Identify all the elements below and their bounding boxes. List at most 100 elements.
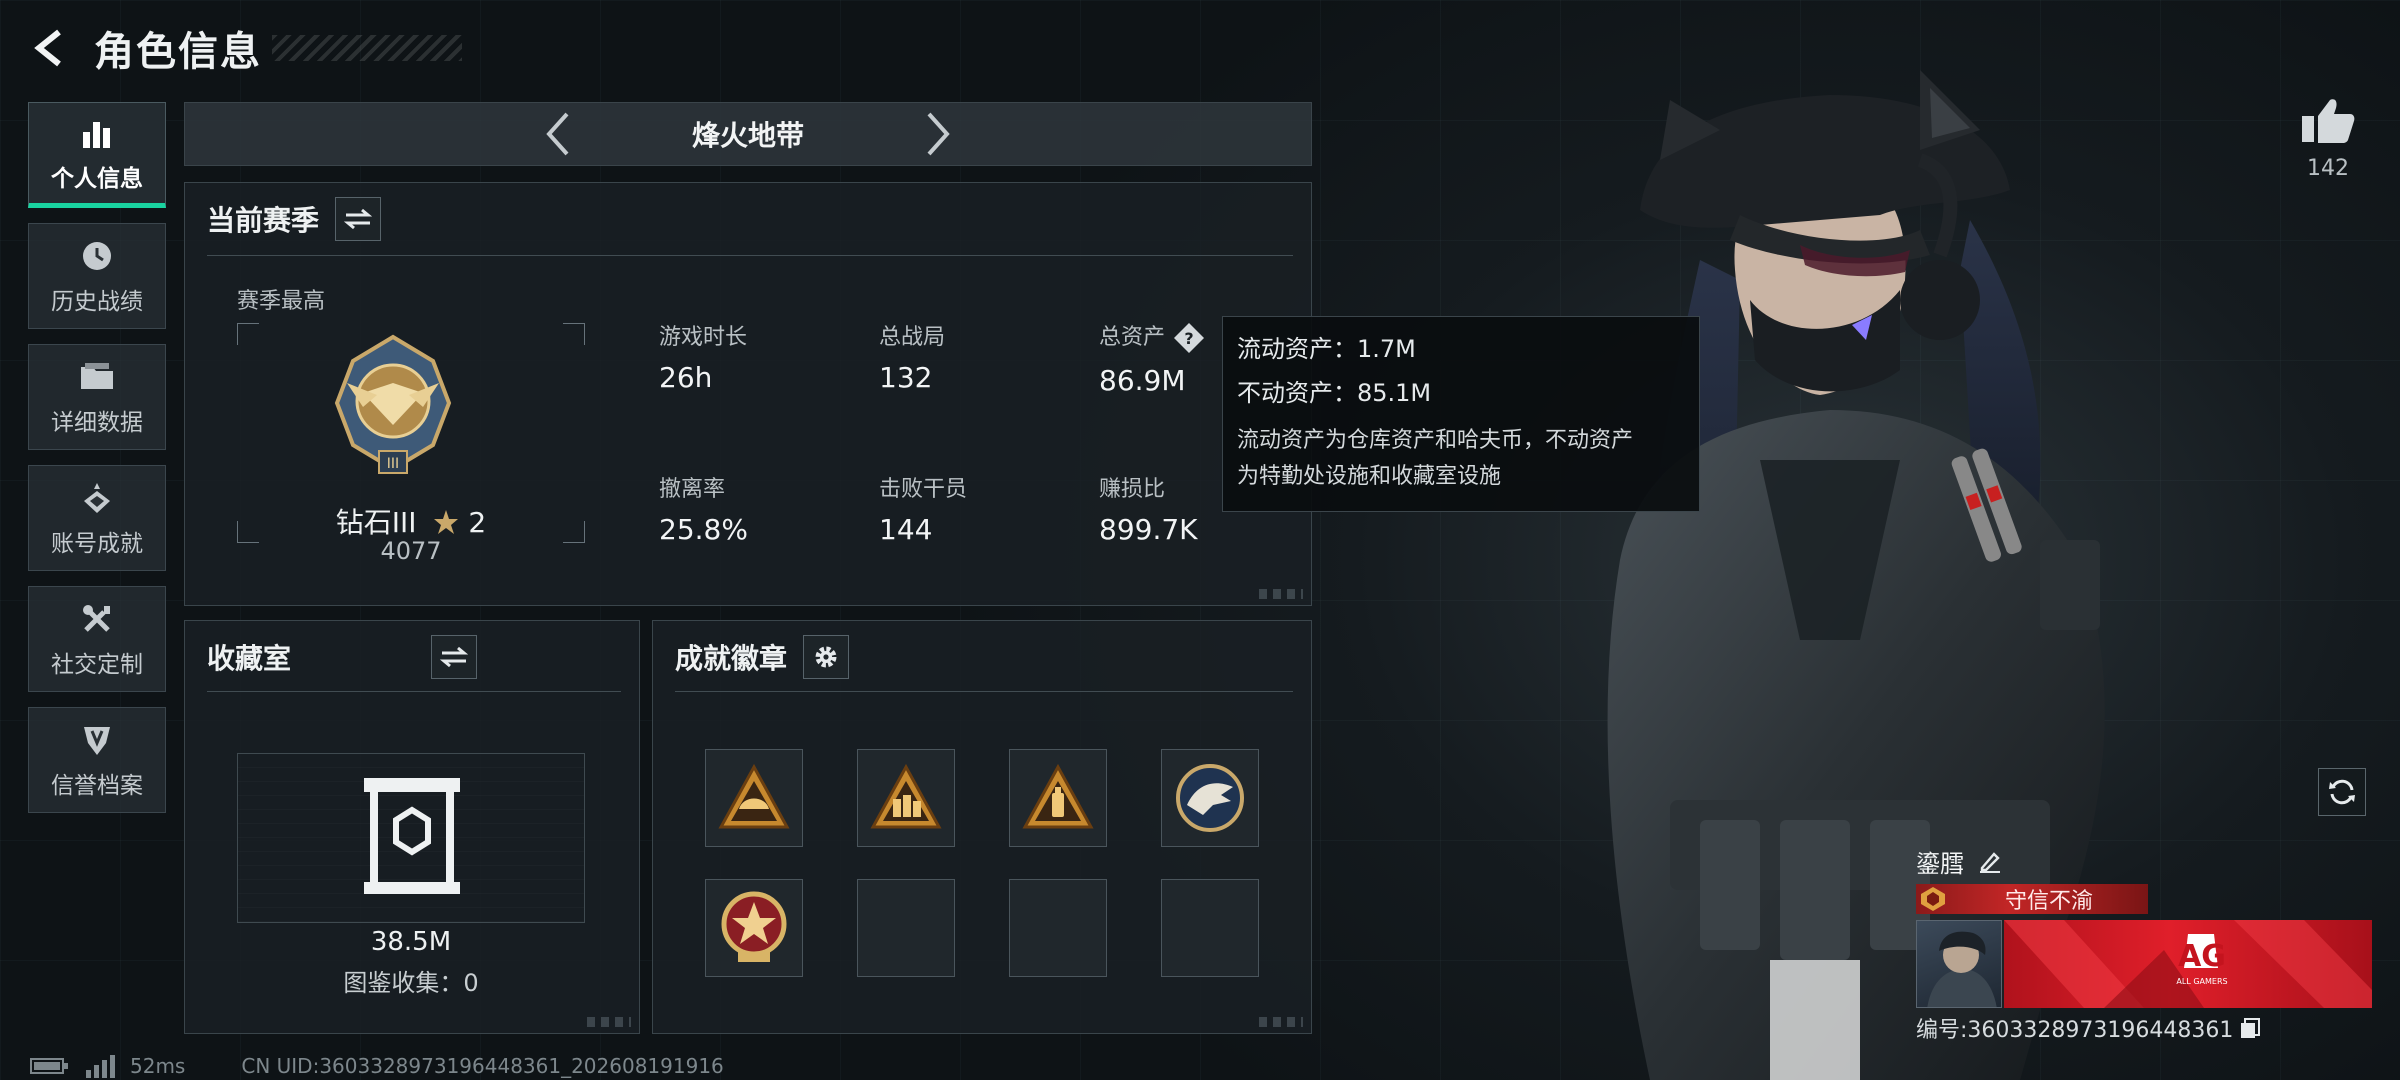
badge-slot-empty[interactable] (1161, 879, 1259, 977)
tools-icon (77, 599, 117, 639)
sidebar-item-reputation[interactable]: 信誉档案 (28, 707, 166, 813)
sidebar-item-label: 详细数据 (51, 410, 143, 436)
cn-uid-text: CN UID:3603328973196448361_202608191916 (241, 1054, 724, 1078)
chevron-left-icon[interactable] (538, 109, 578, 159)
badge-slot[interactable] (705, 879, 803, 977)
svg-text:AG: AG (2178, 939, 2226, 974)
badges-settings-button[interactable] (803, 635, 850, 679)
collection-count: 图鉴收集：0 (343, 969, 479, 997)
player-name: 鎏膤 (1916, 850, 1964, 878)
edit-icon[interactable] (1978, 850, 2002, 874)
rank-stars: 2 (468, 506, 487, 539)
swap-icon (440, 646, 469, 668)
clock-icon (77, 236, 117, 276)
stat-play-time: 游戏时长 26h (659, 325, 748, 394)
avatar-image (1927, 931, 1997, 1007)
sidebar-item-label: 个人信息 (51, 166, 143, 192)
tooltip-liquid-assets: 流动资产：1.7M (1237, 335, 1416, 363)
collection-panel: 收藏室 38.5M 图鉴收集：0 (184, 620, 640, 1034)
tooltip-fixed-assets: 不动资产：85.1M (1237, 379, 1432, 407)
badges-panel: 成就徽章 (652, 620, 1312, 1034)
stat-extract-rate: 撤离率 25.8% (659, 477, 748, 546)
sidebar-item-social-custom[interactable]: 社交定制 (28, 586, 166, 692)
page-title: 角色信息 (94, 29, 262, 75)
sidebar-item-detail-data[interactable]: 详细数据 (28, 344, 166, 450)
reputation-bar[interactable]: 守信不渝 (1916, 884, 2148, 914)
corner-decoration (1259, 589, 1303, 599)
sidebar-item-label: 信誉档案 (51, 773, 143, 799)
sidebar-item-label: 社交定制 (51, 652, 143, 678)
star-medal-badge-icon (721, 891, 787, 962)
battery-icon (30, 1058, 68, 1074)
season-title: 当前赛季 (207, 204, 320, 237)
swap-icon (344, 208, 373, 230)
thumbs-up-icon[interactable] (2300, 96, 2356, 144)
svg-text:ALL GAMERS: ALL GAMERS (2176, 977, 2227, 986)
badge-slot[interactable] (857, 749, 955, 847)
soldiers-badge-icon (870, 763, 942, 829)
collection-preview[interactable] (237, 753, 585, 923)
collection-switch-button[interactable] (431, 635, 478, 679)
sidebar: 个人信息 历史战绩 详细数据 账号成就 社交定制 信誉档案 (28, 102, 166, 828)
collection-value: 38.5M (370, 927, 452, 957)
player-name-line: 鎏膤 (1916, 844, 2002, 879)
help-icon[interactable]: ? (1173, 322, 1205, 354)
badge-slot[interactable] (1009, 749, 1107, 847)
rank-badge-icon: III (334, 334, 452, 474)
bar-chart-icon (77, 113, 117, 153)
badge-slot[interactable] (1161, 749, 1259, 847)
reputation-emblem-icon (1916, 884, 1950, 914)
back-arrow-icon[interactable] (28, 25, 74, 71)
top-bar: 角色信息 (28, 18, 462, 78)
stat-profit-ratio: 赚损比 899.7K (1099, 477, 1198, 546)
collection-title: 收藏室 (207, 642, 292, 675)
badge-slot-empty[interactable] (1009, 879, 1107, 977)
mode-selector: 烽火地带 (184, 102, 1312, 166)
copy-icon[interactable] (2239, 1017, 2261, 1039)
tooltip-description: 流动资产为仓库资产和哈夫币，不动资产 为特勤处设施和收藏室设施 (1237, 428, 1634, 489)
corner-decoration (587, 1017, 631, 1027)
svg-text:?: ? (1184, 329, 1193, 348)
status-bar: 52ms CN UID:3603328973196448361_20260819… (30, 1054, 724, 1078)
season-switch-button[interactable] (335, 197, 382, 241)
corner-decoration (1259, 1017, 1303, 1027)
like-count: 142 (2307, 156, 2349, 181)
sidebar-item-label: 历史战绩 (51, 289, 143, 315)
shield-icon (77, 720, 117, 760)
assets-tooltip: 流动资产：1.7M 不动资产：85.1M 流动资产为仓库资产和哈夫币，不动资产 … (1222, 316, 1700, 512)
display-case-icon (364, 778, 460, 894)
folder-icon (77, 357, 117, 397)
season-panel: 当前赛季 赛季最高 III 钻石III 2 4077 游戏时长 26h 总战局 13… (184, 182, 1312, 606)
stat-total-matches: 总战局 132 (879, 325, 946, 394)
stat-total-assets: 总资产? 86.9M (1099, 319, 1205, 397)
badge-slot-empty[interactable] (857, 879, 955, 977)
gear-icon (815, 646, 837, 668)
title-decoration (272, 35, 462, 61)
chevron-right-icon[interactable] (918, 109, 958, 159)
ag-logo-icon: AG ALL GAMERS (2004, 920, 2372, 1008)
profile-card: 鎏膤 守信不渝 AG ALL GAMERS 编号:360332897319644… (1906, 836, 2380, 1046)
star-icon (434, 510, 459, 534)
rank-name-line: 钻石III 2 (237, 501, 585, 541)
sidebar-item-history[interactable]: 历史战绩 (28, 223, 166, 329)
signal-icon (86, 1055, 115, 1078)
badge-slot[interactable] (705, 749, 803, 847)
sidebar-item-personal-info[interactable]: 个人信息 (28, 102, 166, 208)
sidebar-item-achievements[interactable]: 账号成就 (28, 465, 166, 571)
eagle-badge-icon (1176, 764, 1244, 832)
avatar[interactable] (1916, 920, 2002, 1008)
ping-text: 52ms (130, 1054, 186, 1078)
svg-text:III: III (387, 456, 399, 472)
name-card-banner[interactable]: AG ALL GAMERS (2004, 920, 2372, 1008)
rank-name: 钻石III (335, 506, 417, 539)
player-uid: 编号:3603328973196448361 (1916, 1018, 2234, 1043)
divider (207, 255, 1293, 256)
badges-title: 成就徽章 (675, 642, 788, 675)
refresh-icon[interactable] (2318, 768, 2366, 816)
divider (207, 691, 621, 692)
achievement-icon (77, 478, 117, 518)
mode-name: 烽火地带 (691, 119, 804, 152)
reputation-text: 守信不渝 (2004, 889, 2093, 914)
season-best-label: 赛季最高 (237, 289, 326, 314)
divider (675, 691, 1293, 692)
